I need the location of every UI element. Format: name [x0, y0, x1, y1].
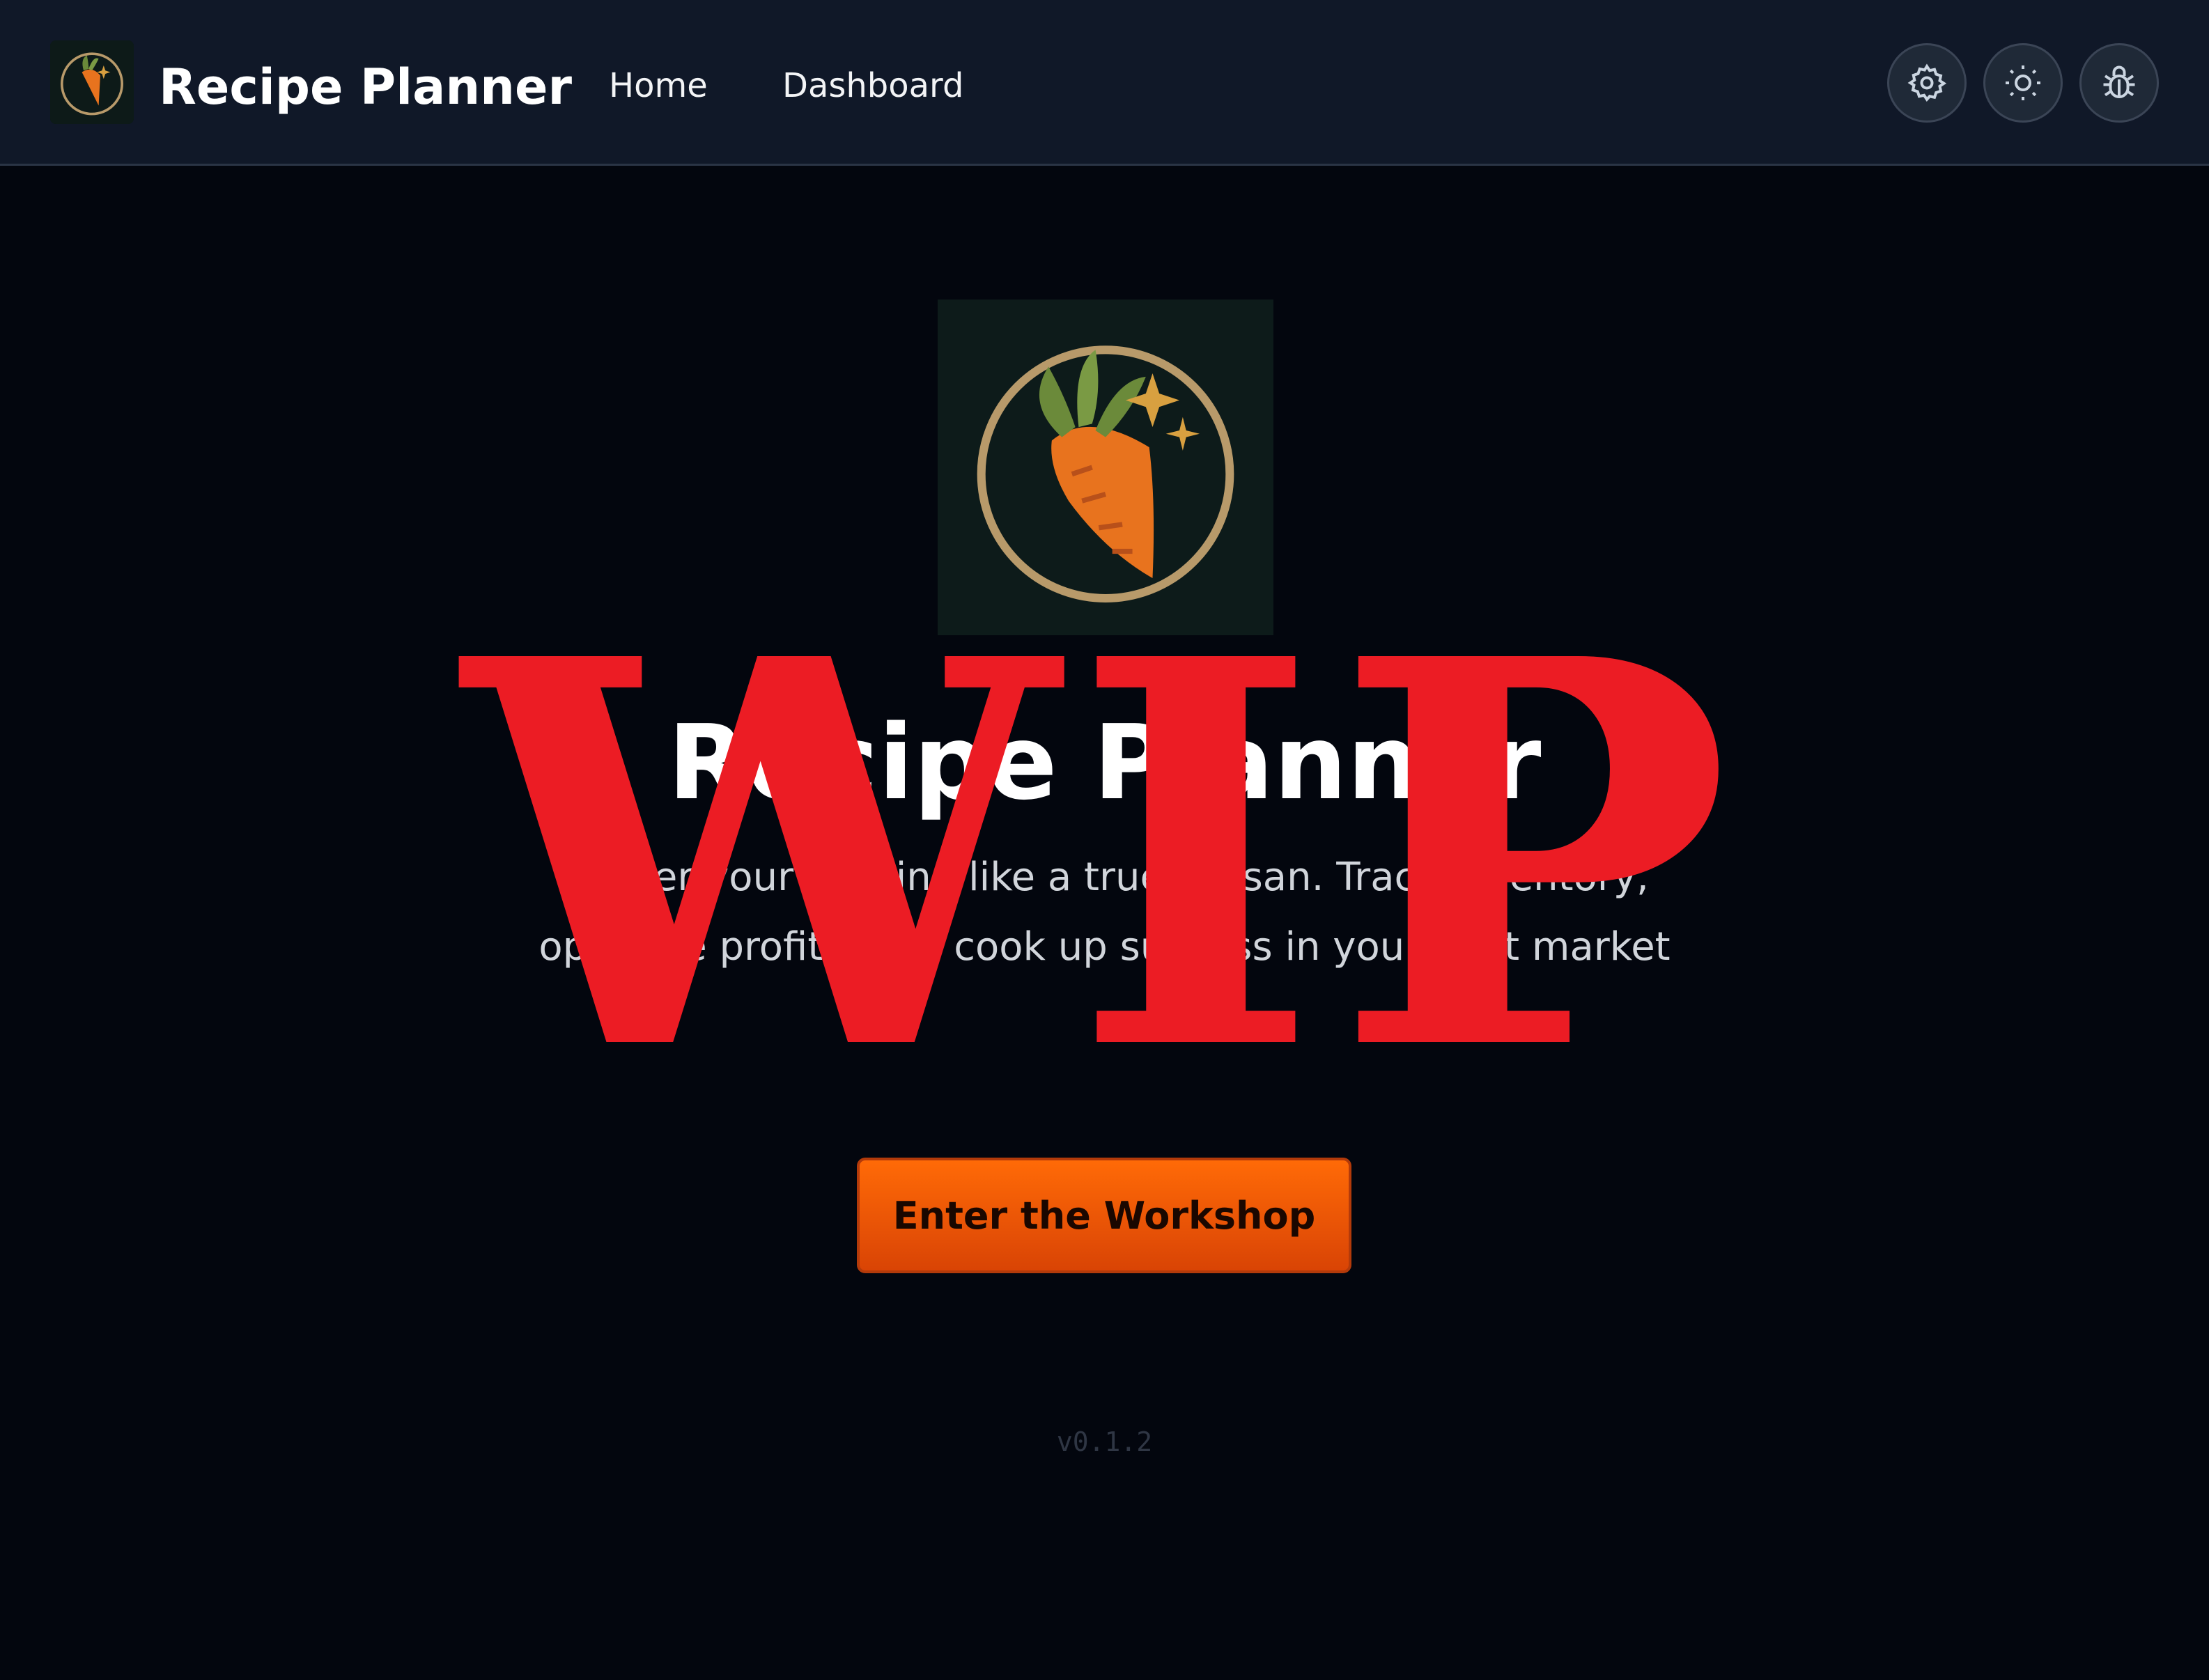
enter-workshop-button[interactable]: Enter the Workshop: [857, 1158, 1351, 1273]
settings-icon: [1907, 63, 1947, 102]
bug-icon: [2103, 65, 2135, 98]
hero-subtitle-line2: optimize profits, and cook up success in…: [538, 924, 1671, 970]
sun-icon: [2006, 65, 2040, 100]
debug-button[interactable]: [2079, 43, 2159, 123]
settings-button[interactable]: [1887, 43, 1967, 123]
version-label: v0.1.2: [1056, 1426, 1153, 1457]
carrot-logo-icon[interactable]: [50, 40, 134, 124]
hero-carrot-logo: [938, 300, 1273, 635]
theme-toggle-button[interactable]: [1983, 43, 2063, 123]
app-title[interactable]: Recipe Planner: [159, 56, 572, 118]
hero-subtitle-line1: Master your crafting like a true artisan…: [560, 855, 1649, 900]
nav-link-home[interactable]: Home: [609, 61, 708, 110]
nav-link-dashboard[interactable]: Dashboard: [782, 61, 963, 110]
hero-subtitle: Master your crafting like a true artisan…: [488, 843, 1721, 982]
navbar: Recipe Planner Home Dashboard: [0, 0, 2209, 166]
hero-title: Recipe Planner: [667, 703, 1542, 823]
